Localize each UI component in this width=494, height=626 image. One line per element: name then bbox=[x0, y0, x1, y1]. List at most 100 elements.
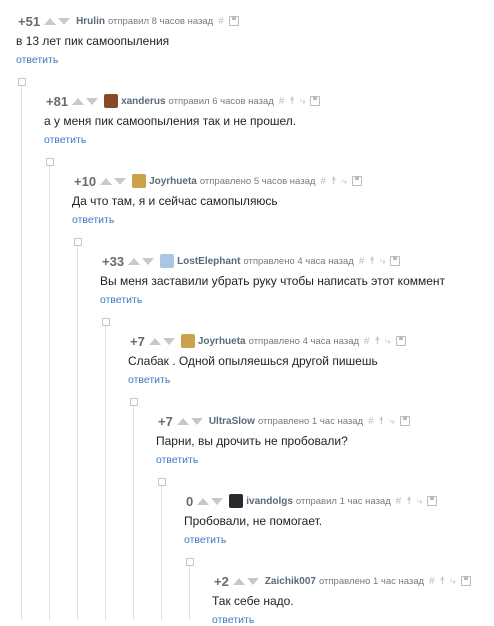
reply-link[interactable]: ответить bbox=[72, 214, 114, 226]
save-icon[interactable] bbox=[460, 576, 471, 586]
comment-author[interactable]: LostElephant bbox=[177, 256, 240, 267]
comment-author[interactable]: Joyrhueta bbox=[149, 176, 197, 187]
comment-timestamp[interactable]: отправлено 4 часа назад bbox=[249, 336, 359, 347]
branch-icon[interactable]: ⤷ bbox=[380, 256, 386, 267]
comment-timestamp[interactable]: отправил 8 часов назад bbox=[108, 16, 213, 27]
permalink-icon[interactable]: # bbox=[320, 176, 326, 187]
comment-author[interactable]: Joyrhueta bbox=[198, 336, 246, 347]
collapse-toggle[interactable] bbox=[102, 318, 110, 326]
downvote-icon[interactable] bbox=[162, 337, 175, 345]
collapse-toggle[interactable] bbox=[46, 158, 54, 166]
upvote-icon[interactable] bbox=[148, 337, 161, 345]
comment-author[interactable]: Zaichik007 bbox=[265, 576, 316, 587]
comment-rating: +51 bbox=[18, 13, 41, 29]
parent-icon[interactable]: ☨ bbox=[331, 176, 336, 187]
save-icon[interactable] bbox=[352, 176, 363, 186]
comment-timestamp[interactable]: отправил 6 часов назад bbox=[169, 96, 274, 107]
comment-text: Так себе надо. bbox=[212, 594, 294, 608]
comment-rating: +7 bbox=[130, 333, 145, 349]
comment-text: Пробовали, не помогает. bbox=[184, 514, 323, 528]
permalink-icon[interactable]: # bbox=[359, 256, 365, 267]
comment-header: +51 Hrulin отправил 8 часов назад # bbox=[18, 12, 244, 30]
upvote-icon[interactable] bbox=[176, 417, 189, 425]
downvote-icon[interactable] bbox=[211, 497, 224, 505]
parent-icon[interactable]: ☨ bbox=[369, 256, 374, 267]
branch-icon[interactable]: ⤷ bbox=[300, 96, 306, 107]
comment-timestamp[interactable]: отправлено 5 часов назад bbox=[200, 176, 316, 187]
reply-link[interactable]: ответить bbox=[156, 454, 198, 466]
upvote-icon[interactable] bbox=[232, 577, 245, 585]
parent-icon[interactable]: ☨ bbox=[375, 336, 380, 347]
reply-link[interactable]: ответить bbox=[100, 294, 142, 306]
downvote-icon[interactable] bbox=[142, 257, 155, 265]
vote-controls bbox=[196, 497, 224, 505]
branch-icon[interactable]: ⤷ bbox=[385, 336, 391, 347]
comment-author[interactable]: Hrulin bbox=[76, 16, 105, 27]
parent-icon[interactable]: ☨ bbox=[289, 96, 294, 107]
save-icon[interactable] bbox=[310, 96, 321, 106]
collapse-toggle[interactable] bbox=[74, 238, 82, 246]
upvote-icon[interactable] bbox=[197, 497, 210, 505]
save-icon[interactable] bbox=[395, 336, 406, 346]
user-avatar[interactable] bbox=[160, 254, 175, 268]
parent-icon[interactable]: ☨ bbox=[379, 416, 384, 427]
downvote-icon[interactable] bbox=[114, 177, 127, 185]
upvote-icon[interactable] bbox=[128, 257, 141, 265]
downvote-icon[interactable] bbox=[86, 97, 99, 105]
permalink-icon[interactable]: # bbox=[396, 496, 402, 507]
reply-link[interactable]: ответить bbox=[184, 534, 226, 546]
permalink-icon[interactable]: # bbox=[218, 16, 224, 27]
reply-link[interactable]: ответить bbox=[44, 134, 86, 146]
reply-link[interactable]: ответить bbox=[128, 374, 170, 386]
collapse-toggle[interactable] bbox=[130, 398, 138, 406]
comment-timestamp[interactable]: отправлено 1 час назад bbox=[258, 416, 363, 427]
comment-rating: +33 bbox=[102, 253, 125, 269]
comment-rating: +81 bbox=[46, 93, 69, 109]
comment-tools: # ☨ ⤷ bbox=[368, 416, 415, 427]
comment-timestamp[interactable]: отправлено 1 час назад bbox=[319, 576, 424, 587]
reply-link[interactable]: ответить bbox=[16, 54, 58, 66]
save-icon[interactable] bbox=[399, 416, 410, 426]
comment-timestamp[interactable]: отправил 1 час назад bbox=[296, 496, 391, 507]
comment-author[interactable]: xanderus bbox=[121, 96, 165, 107]
branch-icon[interactable]: ⤷ bbox=[450, 576, 456, 587]
collapse-toggle[interactable] bbox=[158, 478, 166, 486]
upvote-icon[interactable] bbox=[44, 17, 57, 25]
reply-link[interactable]: ответить bbox=[212, 614, 254, 626]
user-avatar[interactable] bbox=[180, 334, 195, 348]
comment-author[interactable]: UltraSlow bbox=[209, 416, 255, 427]
comment-header: +10 Joyrhueta отправлено 5 часов назад #… bbox=[74, 172, 367, 190]
comment-text: Слабак . Одной опыляешься другой пишешь bbox=[128, 354, 378, 368]
permalink-icon[interactable]: # bbox=[364, 336, 370, 347]
branch-icon[interactable]: ⤷ bbox=[389, 416, 395, 427]
save-icon[interactable] bbox=[390, 256, 401, 266]
user-avatar[interactable] bbox=[104, 94, 119, 108]
comment-text: а у меня пик самоопыления так и не проше… bbox=[44, 114, 297, 128]
user-avatar[interactable] bbox=[229, 494, 244, 508]
thread-guide-line bbox=[133, 406, 134, 620]
user-avatar[interactable] bbox=[132, 174, 147, 188]
branch-icon[interactable]: ⤷ bbox=[341, 176, 347, 187]
save-icon[interactable] bbox=[228, 16, 239, 26]
collapse-toggle[interactable] bbox=[18, 78, 26, 86]
vote-controls bbox=[148, 337, 176, 345]
branch-icon[interactable]: ⤷ bbox=[417, 496, 423, 507]
collapse-toggle[interactable] bbox=[186, 558, 194, 566]
permalink-icon[interactable]: # bbox=[279, 96, 285, 107]
parent-icon[interactable]: ☨ bbox=[440, 576, 445, 587]
permalink-icon[interactable]: # bbox=[429, 576, 435, 587]
downvote-icon[interactable] bbox=[246, 577, 259, 585]
upvote-icon[interactable] bbox=[100, 177, 113, 185]
comment-timestamp[interactable]: отправлено 4 часа назад bbox=[243, 256, 353, 267]
comment-rating: 0 bbox=[186, 493, 194, 509]
save-icon[interactable] bbox=[427, 496, 438, 506]
upvote-icon[interactable] bbox=[72, 97, 85, 105]
thread-guide-line bbox=[161, 486, 162, 620]
parent-icon[interactable]: ☨ bbox=[406, 496, 411, 507]
comment-author[interactable]: ivandolgs bbox=[246, 496, 293, 507]
permalink-icon[interactable]: # bbox=[368, 416, 374, 427]
vote-controls bbox=[43, 17, 71, 25]
downvote-icon[interactable] bbox=[190, 417, 203, 425]
comment-header: +81 xanderus отправил 6 часов назад # ☨ … bbox=[46, 92, 325, 110]
downvote-icon[interactable] bbox=[58, 17, 71, 25]
